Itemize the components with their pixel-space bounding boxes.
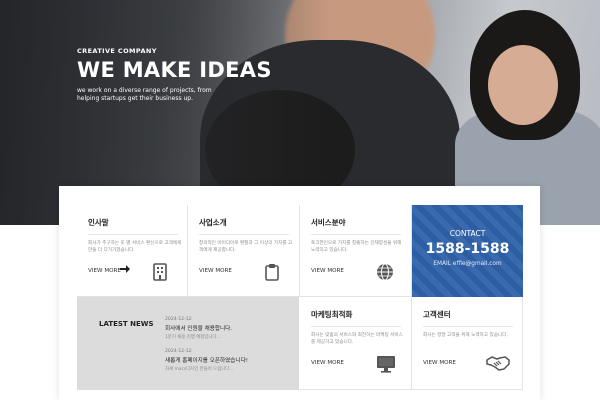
contact-title: CONTACT [449, 229, 486, 238]
monitor-icon [377, 356, 395, 373]
clipboard-icon [265, 264, 279, 281]
service-card-support[interactable]: 고객센터 회사는 정말 고객을 위해 노력하고 있습니다. VIEW MORE [412, 297, 523, 390]
card-description: 회사는 정말 고객을 위해 노력하고 있습니다. [423, 333, 508, 338]
card-description: 회사는 맞춤의 서비스와 최전하는 마케팅 서비스를 제공하고 있습니다. [311, 333, 403, 345]
news-date: 2024-12-12 [165, 317, 192, 322]
latest-news-section: LATEST NEWS 2024-12-12 회사에서 인원을 채용합니다. 1… [77, 297, 299, 390]
divider [199, 234, 289, 235]
service-card-marketing[interactable]: 마케팅최적화 회사는 맞춤의 서비스와 최전하는 마케팅 서비스를 제공하고 있… [300, 297, 412, 390]
divider [88, 234, 178, 235]
building-icon [153, 263, 167, 281]
news-snippet: 자세 macs디자인 만들어 드립니다... [165, 367, 234, 372]
divider [311, 326, 401, 327]
service-card-fields[interactable]: 서비스분야 토크한인으로 가치를 창출하는 인재양성을 위해 노력하고 있습니다… [300, 205, 412, 297]
service-card-greeting[interactable]: 인사말 회사가 추구하는 또 별 서비스 편신으로 고객에게 만들 더 다가가겠… [77, 205, 188, 297]
handshake-icon [486, 356, 510, 371]
card-title: 인사말 [88, 218, 109, 227]
hero-text-block: CREATIVE COMPANY WE MAKE IDEAS we work o… [77, 47, 272, 103]
hero-eyebrow: CREATIVE COMPANY [77, 47, 157, 55]
divider [423, 326, 513, 327]
card-title: 마케팅최적화 [311, 310, 353, 319]
view-more-link[interactable]: VIEW MORE [88, 268, 121, 274]
card-description: 회사가 추구하는 또 별 서비스 편신으로 고객에게 만들 더 다가가겠습니다. [88, 241, 182, 253]
news-item[interactable]: 2024-12-12 회사에서 인원을 채용합니다. 1분기 채용 진행 예정입… [165, 317, 232, 340]
hero-subtitle: we work on a diverse range of projects, … [77, 87, 212, 102]
hero-headline: WE MAKE IDEAS [77, 58, 272, 82]
arrow-right-icon[interactable] [119, 264, 131, 274]
card-title: 고객센터 [423, 310, 451, 319]
card-title: 서비스분야 [311, 218, 346, 227]
news-snippet: 1분기 채용 진행 예정입니다... [165, 335, 221, 340]
view-more-link[interactable]: VIEW MORE [311, 360, 344, 366]
contact-email[interactable]: EMAIL effie@gmail.com [412, 261, 523, 267]
view-more-link[interactable]: VIEW MORE [311, 268, 344, 274]
contact-phone[interactable]: 1588-1588 [412, 241, 523, 257]
news-headline[interactable]: 새롭게 홈페이지를 오픈하였습니다! [165, 356, 248, 364]
view-more-link[interactable]: VIEW MORE [423, 360, 456, 366]
news-date: 2024-12-12 [165, 349, 192, 354]
divider [311, 234, 401, 235]
services-panel: 인사말 회사가 추구하는 또 별 서비스 편신으로 고객에게 만들 더 다가가겠… [59, 186, 540, 400]
card-title: 사업소개 [199, 218, 227, 227]
contact-card[interactable]: CONTACT 1588-1588 EMAIL effie@gmail.com [412, 205, 523, 297]
card-description: 토크한인으로 가치를 창출하는 인재양성을 위해 노력하고 있습니다. [311, 241, 402, 253]
news-headline[interactable]: 회사에서 인원을 채용합니다. [165, 324, 232, 332]
news-title: LATEST NEWS [99, 320, 154, 328]
card-description: 창의적인 아이디어로 편철과 그 이상의 가치를 고객에게 제공합니다. [199, 241, 293, 253]
service-card-business[interactable]: 사업소개 창의적인 아이디어로 편철과 그 이상의 가치를 고객에게 제공합니다… [188, 205, 300, 297]
view-more-link[interactable]: VIEW MORE [199, 268, 232, 274]
news-item[interactable]: 2024-12-12 새롭게 홈페이지를 오픈하였습니다! 자세 macs디자인… [165, 349, 248, 372]
globe-icon [377, 263, 393, 281]
